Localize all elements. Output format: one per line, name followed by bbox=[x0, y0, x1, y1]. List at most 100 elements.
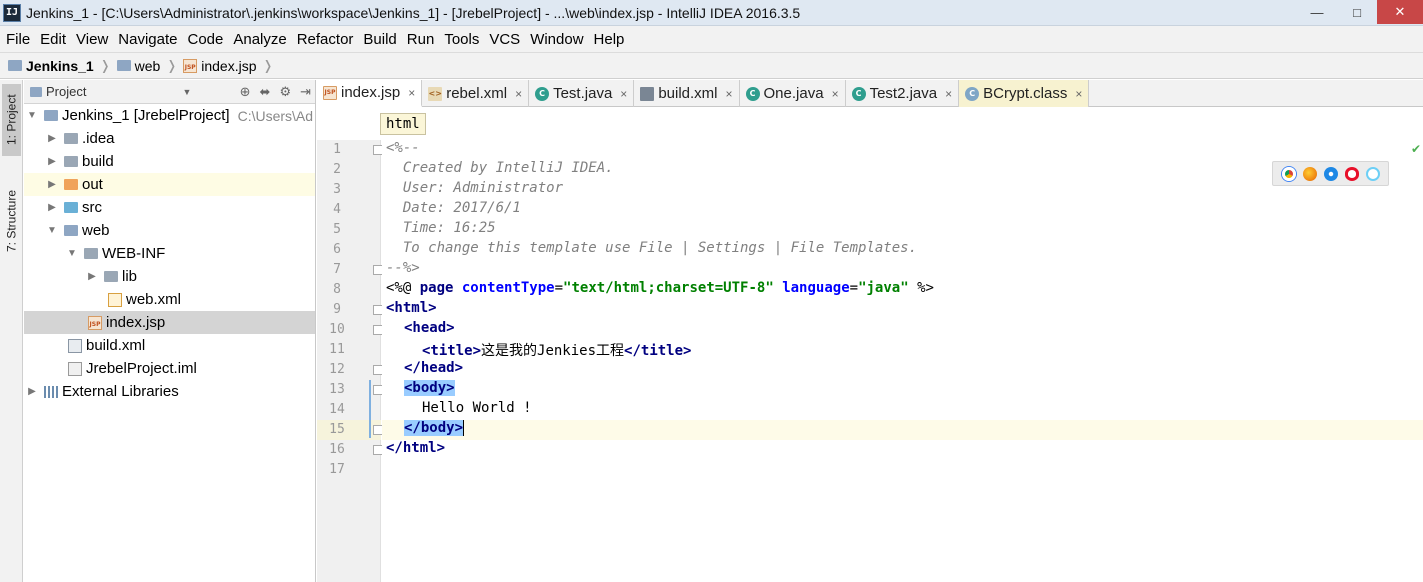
tree-item-root[interactable]: ▼ Jenkins_1 [JrebelProject] C:\Users\Ad bbox=[24, 104, 315, 127]
editor-tab-bar: JSP index.jsp × <> rebel.xml × C Test.ja… bbox=[317, 80, 1423, 107]
tree-item-web-xml[interactable]: web.xml bbox=[24, 288, 315, 311]
tree-item-web[interactable]: ▼ web bbox=[24, 219, 315, 242]
tree-item-index-jsp[interactable]: JSP index.jsp bbox=[24, 311, 315, 334]
line-number: 1 bbox=[333, 142, 341, 157]
collapsed-arrow-icon[interactable]: ▶ bbox=[86, 271, 98, 282]
tree-item-web-inf[interactable]: ▼ WEB-INF bbox=[24, 242, 315, 265]
folder-icon bbox=[64, 133, 78, 144]
tab-label: Test.java bbox=[553, 85, 613, 102]
expanded-arrow-icon[interactable]: ▼ bbox=[26, 110, 38, 121]
gear-icon[interactable]: ⚙ bbox=[279, 84, 291, 100]
firefox-icon[interactable] bbox=[1302, 166, 1317, 181]
tab-bcrypt-class[interactable]: C BCrypt.class × bbox=[959, 80, 1090, 107]
close-window-icon[interactable]: ✕ bbox=[1377, 0, 1423, 24]
project-panel-title[interactable]: Project bbox=[46, 84, 86, 99]
expanded-arrow-icon[interactable]: ▼ bbox=[66, 248, 78, 259]
code-editor[interactable]: <%-- Created by IntelliJ IDEA. User: Adm… bbox=[382, 140, 1423, 582]
structure-tool-tab[interactable]: 7: Structure bbox=[2, 178, 21, 264]
project-tool-tab[interactable]: 1: Project bbox=[2, 84, 21, 156]
compiled-class-icon: C bbox=[965, 86, 980, 101]
chevron-down-icon[interactable]: ▼ bbox=[182, 87, 191, 97]
tab-test-java[interactable]: C Test.java × bbox=[529, 80, 635, 107]
menu-edit[interactable]: Edit bbox=[36, 31, 70, 48]
tree-item-lib[interactable]: ▶ lib bbox=[24, 265, 315, 288]
nav-crumb-file[interactable]: JSP index.jsp ❭ bbox=[183, 58, 279, 74]
menu-run[interactable]: Run bbox=[403, 31, 439, 48]
menu-file[interactable]: File bbox=[2, 31, 34, 48]
menu-navigate[interactable]: Navigate bbox=[114, 31, 181, 48]
close-tab-icon[interactable]: × bbox=[832, 87, 839, 101]
editor-breadcrumb-html[interactable]: html bbox=[380, 113, 426, 135]
tab-one-java[interactable]: C One.java × bbox=[740, 80, 846, 107]
close-tab-icon[interactable]: × bbox=[515, 87, 522, 101]
window-title-bar: IJ Jenkins_1 - [C:\Users\Administrator\.… bbox=[0, 0, 1423, 26]
menu-refactor[interactable]: Refactor bbox=[293, 31, 358, 48]
jsp-directive-close: %> bbox=[908, 280, 934, 296]
code-line-9: <html> bbox=[386, 300, 437, 316]
ie-icon[interactable] bbox=[1365, 166, 1380, 181]
tree-item-out[interactable]: ▶ out bbox=[24, 173, 315, 196]
module-folder-icon bbox=[44, 110, 58, 121]
tab-index-jsp[interactable]: JSP index.jsp × bbox=[317, 80, 423, 107]
chevron-right-icon: ❭ bbox=[262, 57, 274, 73]
close-tab-icon[interactable]: × bbox=[620, 87, 627, 101]
line-number: 5 bbox=[333, 222, 341, 237]
menu-window[interactable]: Window bbox=[526, 31, 587, 48]
code-line-6: To change this template use File | Setti… bbox=[386, 240, 918, 256]
tab-build-xml[interactable]: build.xml × bbox=[634, 80, 740, 107]
editor-gutter: 1 2 3 4 5 6 7 8 9 10 11 12 13 14 15 16 1… bbox=[317, 140, 383, 582]
tree-item-label: out bbox=[82, 176, 103, 193]
tree-item-label: External Libraries bbox=[62, 383, 179, 400]
menu-view[interactable]: View bbox=[72, 31, 112, 48]
tab-rebel-xml[interactable]: <> rebel.xml × bbox=[422, 80, 530, 107]
tree-item-build-xml[interactable]: build.xml bbox=[24, 334, 315, 357]
safari-icon[interactable] bbox=[1323, 166, 1338, 181]
line-number: 3 bbox=[333, 182, 341, 197]
close-tab-icon[interactable]: × bbox=[408, 86, 415, 100]
close-tab-icon[interactable]: × bbox=[726, 87, 733, 101]
collapsed-arrow-icon[interactable]: ▶ bbox=[46, 202, 58, 213]
maximize-icon[interactable]: □ bbox=[1337, 0, 1377, 24]
menu-vcs[interactable]: VCS bbox=[485, 31, 524, 48]
scroll-from-source-icon[interactable]: ⊕ bbox=[240, 84, 251, 100]
project-panel: Project ▼ ⊕ ⬌ ⚙ ⇥ ▼ Jenkins_1 [JrebelPro… bbox=[24, 80, 316, 582]
tree-item-iml[interactable]: JrebelProject.iml bbox=[24, 357, 315, 380]
collapsed-arrow-icon[interactable]: ▶ bbox=[46, 133, 58, 144]
tree-item-external-libraries[interactable]: ▶ External Libraries bbox=[24, 380, 315, 403]
chrome-icon[interactable] bbox=[1281, 166, 1296, 181]
nav-crumb-web[interactable]: web ❭ bbox=[116, 58, 184, 74]
close-tab-icon[interactable]: × bbox=[1075, 87, 1082, 101]
menu-help[interactable]: Help bbox=[590, 31, 629, 48]
opera-icon[interactable] bbox=[1344, 166, 1359, 181]
minimize-icon[interactable]: — bbox=[1297, 0, 1337, 24]
tree-item-idea[interactable]: ▶ .idea bbox=[24, 127, 315, 150]
hide-panel-icon[interactable]: ⇥ bbox=[300, 84, 311, 100]
menu-code[interactable]: Code bbox=[183, 31, 227, 48]
tree-item-label: index.jsp bbox=[106, 314, 166, 331]
close-tab-icon[interactable]: × bbox=[945, 87, 952, 101]
line-number: 4 bbox=[333, 202, 341, 217]
menu-build[interactable]: Build bbox=[359, 31, 400, 48]
tree-item-label: web bbox=[82, 222, 110, 239]
xml-file-icon: <> bbox=[428, 86, 443, 101]
tab-test2-java[interactable]: C Test2.java × bbox=[846, 80, 960, 107]
attr-content-type: contentType bbox=[461, 280, 555, 296]
xml-file-icon bbox=[108, 292, 122, 307]
window-controls: — □ ✕ bbox=[1297, 0, 1423, 24]
collapse-all-icon[interactable]: ⬌ bbox=[260, 84, 271, 100]
collapsed-arrow-icon[interactable]: ▶ bbox=[46, 156, 58, 167]
brace-match-body-close: </body> bbox=[404, 420, 464, 436]
tree-item-label: JrebelProject.iml bbox=[86, 360, 197, 377]
collapsed-arrow-icon[interactable]: ▶ bbox=[26, 386, 38, 397]
menu-analyze[interactable]: Analyze bbox=[229, 31, 290, 48]
collapsed-arrow-icon[interactable]: ▶ bbox=[46, 179, 58, 190]
no-problems-check-icon[interactable]: ✔ bbox=[1411, 142, 1421, 156]
code-line-14: Hello World ! bbox=[422, 400, 532, 416]
line-number: 7 bbox=[333, 262, 341, 277]
expanded-arrow-icon[interactable]: ▼ bbox=[46, 225, 58, 236]
tree-item-src[interactable]: ▶ src bbox=[24, 196, 315, 219]
nav-crumb-project[interactable]: Jenkins_1 ❭ bbox=[8, 58, 117, 74]
excluded-folder-icon bbox=[64, 179, 78, 190]
menu-tools[interactable]: Tools bbox=[440, 31, 483, 48]
tree-item-build[interactable]: ▶ build bbox=[24, 150, 315, 173]
